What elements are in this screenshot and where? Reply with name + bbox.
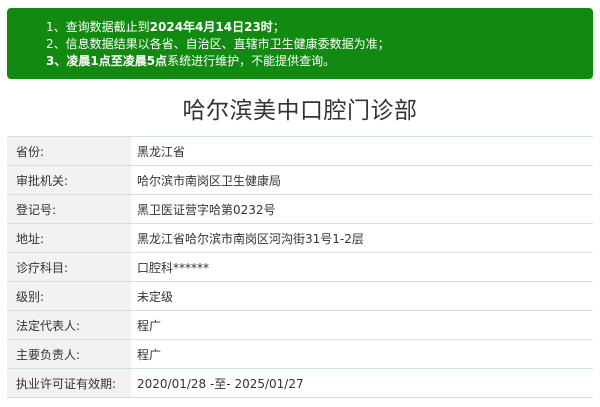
notice-line-2: 2、信息数据结果以各省、自治区、直辖市卫生健康委数据为准； (46, 36, 593, 53)
table-row: 法定代表人: 程广 (7, 310, 593, 340)
field-label-principal-in-charge: 主要负责人: (7, 339, 131, 369)
notice-line-2-text: 2、信息数据结果以各省、自治区、直辖市卫生健康委数据为准； (46, 37, 390, 51)
field-value-province: 黑龙江省 (131, 136, 593, 166)
field-label-legal-representative: 法定代表人: (7, 310, 131, 340)
table-row: 登记号: 黑卫医证营字哈第0232号 (7, 194, 593, 224)
notice-line-3-suffix: 系统进行维护，不能提供查询。 (167, 54, 336, 68)
table-row: 诊疗科目: 口腔科****** (7, 252, 593, 282)
notice-maintenance-window: 3、凌晨1点至凌晨5点 (46, 54, 168, 68)
field-value-approval-authority: 哈尔滨市南岗区卫生健康局 (131, 165, 593, 195)
field-label-level: 级别: (7, 281, 131, 311)
notice-line-1-prefix: 1、查询数据截止到 (46, 20, 150, 34)
field-label-address: 地址: (7, 223, 131, 253)
field-value-license-validity: 2020/01/28 -至- 2025/01/27 (131, 368, 593, 398)
field-value-level: 未定级 (131, 281, 593, 311)
notice-line-1: 1、查询数据截止到2024年4月14日23时； (46, 19, 593, 36)
field-label-province: 省份: (7, 136, 131, 166)
table-row: 执业许可证有效期: 2020/01/28 -至- 2025/01/27 (7, 368, 593, 398)
field-label-approval-authority: 审批机关: (7, 165, 131, 195)
table-row: 省份: 黑龙江省 (7, 136, 593, 166)
institution-info-table: 省份: 黑龙江省 审批机关: 哈尔滨市南岗区卫生健康局 登记号: 黑卫医证营字哈… (7, 136, 593, 398)
field-label-treatment-subjects: 诊疗科目: (7, 252, 131, 282)
table-row: 主要负责人: 程广 (7, 339, 593, 369)
field-label-license-validity: 执业许可证有效期: (7, 368, 131, 398)
notice-line-3: 3、凌晨1点至凌晨5点系统进行维护，不能提供查询。 (46, 53, 593, 70)
field-value-treatment-subjects: 口腔科****** (131, 252, 593, 282)
field-value-principal-in-charge: 程广 (131, 339, 593, 369)
table-row: 审批机关: 哈尔滨市南岗区卫生健康局 (7, 165, 593, 195)
field-value-address: 黑龙江省哈尔滨市南岗区河沟街31号1-2层 (131, 223, 593, 253)
field-label-registration-number: 登记号: (7, 194, 131, 224)
notice-line-1-suffix: ； (272, 20, 285, 34)
table-row: 级别: 未定级 (7, 281, 593, 311)
field-value-legal-representative: 程广 (131, 310, 593, 340)
table-row: 地址: 黑龙江省哈尔滨市南岗区河沟街31号1-2层 (7, 223, 593, 253)
notice-banner: 1、查询数据截止到2024年4月14日23时； 2、信息数据结果以各省、自治区、… (7, 8, 593, 79)
field-value-registration-number: 黑卫医证营字哈第0232号 (131, 194, 593, 224)
notice-cutoff-time: 2024年4月14日23时 (149, 20, 273, 34)
page-title: 哈尔滨美中口腔门诊部 (182, 98, 418, 124)
